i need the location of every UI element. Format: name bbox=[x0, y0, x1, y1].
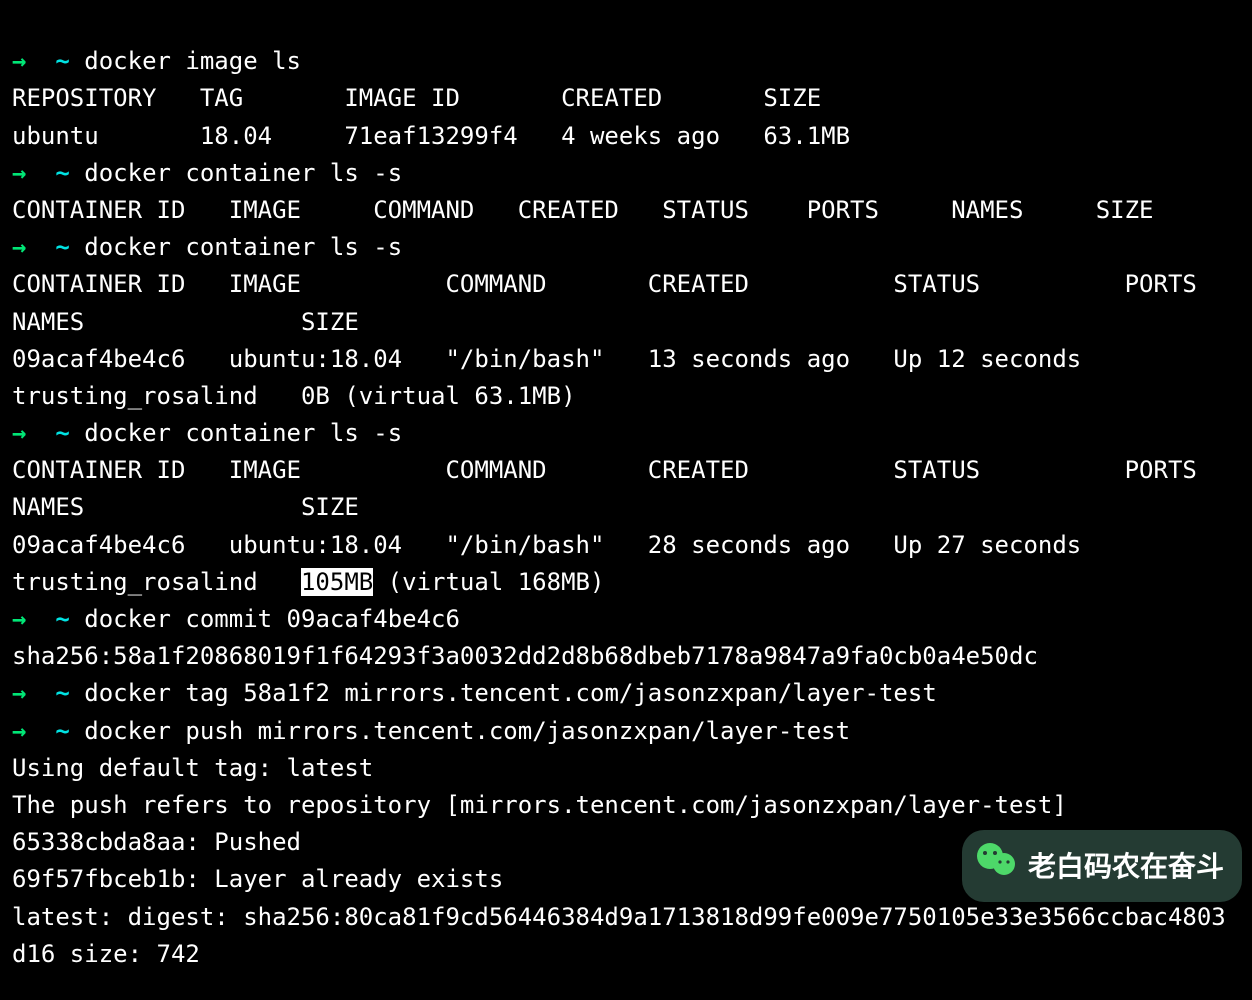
output-line: 69f57fbceb1b: Layer already exists bbox=[12, 865, 503, 893]
prompt-tilde: ~ bbox=[55, 679, 69, 707]
output-line: sha256:58a1f20868019f1f64293f3a0032dd2d8… bbox=[12, 642, 1038, 670]
prompt-arrow-icon: → bbox=[12, 717, 26, 745]
command-input: docker commit 09acaf4be4c6 bbox=[84, 605, 460, 633]
output-line: CONTAINER ID IMAGE COMMAND CREATED STATU… bbox=[12, 456, 1252, 521]
output-line: ubuntu 18.04 71eaf13299f4 4 weeks ago 63… bbox=[12, 122, 850, 150]
output-line: 65338cbda8aa: Pushed bbox=[12, 828, 301, 856]
wechat-watermark-badge: 老白码农在奋斗 bbox=[962, 830, 1242, 902]
prompt-tilde: ~ bbox=[55, 419, 69, 447]
prompt-arrow-icon: → bbox=[12, 159, 26, 187]
output-line: REPOSITORY TAG IMAGE ID CREATED SIZE bbox=[12, 84, 821, 112]
prompt-tilde: ~ bbox=[55, 159, 69, 187]
output-line: Using default tag: latest bbox=[12, 754, 373, 782]
highlighted-size: 105MB bbox=[301, 568, 373, 596]
prompt-arrow-icon: → bbox=[12, 47, 26, 75]
wechat-icon bbox=[972, 836, 1020, 896]
prompt-arrow-icon: → bbox=[12, 605, 26, 633]
command-input: docker image ls bbox=[84, 47, 301, 75]
command-input: docker container ls -s bbox=[84, 419, 402, 447]
command-input: docker container ls -s bbox=[84, 159, 402, 187]
output-line: The push refers to repository [mirrors.t… bbox=[12, 791, 1067, 819]
output-line: latest: digest: sha256:80ca81f9cd5644638… bbox=[12, 903, 1226, 968]
prompt-tilde: ~ bbox=[55, 233, 69, 261]
output-line: CONTAINER ID IMAGE COMMAND CREATED STATU… bbox=[12, 270, 1252, 335]
wechat-badge-text: 老白码农在奋斗 bbox=[1028, 845, 1224, 888]
prompt-arrow-icon: → bbox=[12, 233, 26, 261]
command-input: docker push mirrors.tencent.com/jasonzxp… bbox=[84, 717, 850, 745]
command-input: docker tag 58a1f2 mirrors.tencent.com/ja… bbox=[84, 679, 937, 707]
output-line: CONTAINER ID IMAGE COMMAND CREATED STATU… bbox=[12, 196, 1154, 224]
prompt-tilde: ~ bbox=[55, 605, 69, 633]
prompt-arrow-icon: → bbox=[12, 419, 26, 447]
output-line: 09acaf4be4c6 ubuntu:18.04 "/bin/bash" 13… bbox=[12, 345, 1252, 410]
output-line: 09acaf4be4c6 ubuntu:18.04 "/bin/bash" 28… bbox=[12, 531, 1252, 596]
prompt-arrow-icon: → bbox=[12, 679, 26, 707]
prompt-tilde: ~ bbox=[55, 47, 69, 75]
command-input: docker container ls -s bbox=[84, 233, 402, 261]
output-line: (virtual 168MB) bbox=[373, 568, 604, 596]
prompt-tilde: ~ bbox=[55, 717, 69, 745]
